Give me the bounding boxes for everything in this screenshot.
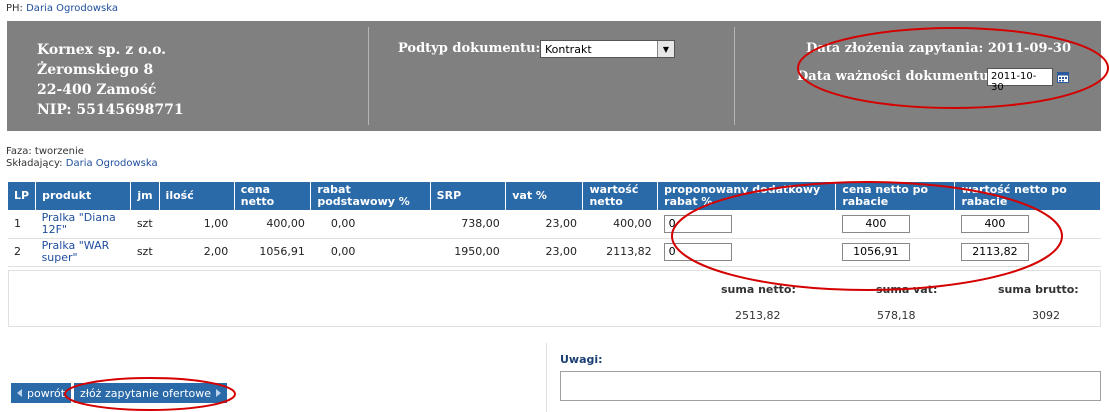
- row-net-value: 400,00: [582, 210, 658, 239]
- sales-rep: PH: Daria Ogrodowska: [6, 3, 118, 14]
- col-header: wartość netto po rabacie: [954, 182, 1101, 210]
- row-vat: 23,00: [505, 210, 583, 239]
- chevron-down-icon[interactable]: ▼: [657, 41, 674, 57]
- arrow-left-icon: [17, 389, 22, 397]
- row-net-price: 1056,91: [234, 238, 311, 267]
- validity-date-label: Data ważności dokumentu:: [797, 69, 994, 84]
- subtype-select[interactable]: Kontrakt ▼: [540, 40, 675, 58]
- discounted-price-input[interactable]: 400: [841, 214, 910, 233]
- company-city: 22-400 Zamość: [37, 82, 157, 98]
- col-header: ilość: [159, 182, 235, 210]
- row-srp: 738,00: [430, 210, 506, 239]
- calendar-icon[interactable]: [1057, 71, 1069, 83]
- row-vat: 23,00: [505, 238, 583, 267]
- col-header: SRP: [430, 182, 507, 210]
- row-net-value: 2113,82: [582, 238, 658, 267]
- row-unit: szt: [130, 210, 160, 239]
- document-info: Faza: tworzenie Składający: Daria Ogrodo…: [6, 146, 158, 170]
- company-name: Kornex sp. z o.o.: [37, 42, 167, 58]
- row-quantity: 2,00: [159, 238, 235, 267]
- submit-button-label: złóż zapytanie ofertowe: [80, 386, 211, 400]
- col-header: cena netto: [234, 182, 312, 210]
- footer-divider: [546, 343, 547, 412]
- row-product: Pralka "WAR super": [35, 238, 131, 267]
- col-header: LP: [8, 182, 37, 210]
- discounted-price-input[interactable]: 1056,91: [841, 243, 910, 261]
- header-divider: [734, 27, 735, 125]
- row-discounted-price-cell: 1056,91: [835, 238, 955, 267]
- discounted-value-input[interactable]: 2113,82: [960, 243, 1029, 261]
- company-street: Żeromskiego 8: [37, 62, 154, 78]
- col-header: produkt: [35, 182, 132, 210]
- company-nip: NIP: 55145698771: [37, 102, 184, 118]
- col-header: vat %: [505, 182, 584, 210]
- back-button[interactable]: powrót: [11, 383, 72, 403]
- sum-gross-value: 3092: [1032, 309, 1060, 322]
- submit-request-button[interactable]: złóż zapytanie ofertowe: [74, 383, 227, 403]
- back-button-label: powrót: [27, 386, 66, 400]
- row-discounted-price-cell: 400: [835, 210, 955, 239]
- sales-rep-name[interactable]: Daria Ogrodowska: [26, 3, 118, 14]
- remarks-textarea[interactable]: [560, 371, 1101, 401]
- extra-discount-input[interactable]: 0: [663, 214, 732, 233]
- phase-value: tworzenie: [34, 146, 84, 157]
- table-row: 1 Pralka "Diana 12F" szt 1,00 400,00 0,0…: [8, 210, 1101, 239]
- products-table: LP produkt jm ilość cena netto rabat pod…: [8, 182, 1101, 267]
- extra-discount-input[interactable]: 0: [663, 243, 732, 261]
- sum-net-value: 2513,82: [735, 309, 781, 322]
- subtype-select-value: Kontrakt: [545, 43, 592, 56]
- document-header: Kornex sp. z o.o. Żeromskiego 8 22-400 Z…: [7, 21, 1101, 131]
- discounted-value-input[interactable]: 400: [960, 214, 1029, 233]
- row-quantity: 1,00: [159, 210, 235, 239]
- validity-date-input[interactable]: 2011-10-30: [987, 68, 1053, 93]
- phase-label: Faza:: [6, 146, 32, 157]
- row-extra-discount-cell: 0: [657, 210, 836, 239]
- row-discounted-value-cell: 2113,82: [954, 238, 1101, 267]
- col-header: cena netto po rabacie: [835, 182, 956, 210]
- product-link[interactable]: Pralka "Diana 12F": [42, 211, 116, 236]
- col-header: proponowany dodatkowy rabat %: [657, 182, 837, 210]
- request-date-value: 2011-09-30: [987, 41, 1071, 56]
- sum-net-label: suma netto:: [721, 283, 796, 296]
- submitter-label: Składający:: [6, 158, 63, 169]
- sum-gross-label: suma brutto:: [998, 283, 1079, 296]
- request-date: Data złożenia zapytania: 2011-09-30: [806, 41, 1071, 56]
- table-header-row: LP produkt jm ilość cena netto rabat pod…: [8, 182, 1101, 210]
- sales-rep-label: PH:: [6, 3, 23, 14]
- company-info: Kornex sp. z o.o. Żeromskiego 8 22-400 Z…: [37, 40, 184, 120]
- row-extra-discount-cell: 0: [657, 238, 836, 267]
- row-base-discount: 0,00: [310, 238, 431, 267]
- sum-vat-label: suma vat:: [876, 283, 938, 296]
- submitter-value[interactable]: Daria Ogrodowska: [66, 158, 158, 169]
- col-header: wartość netto: [582, 182, 659, 210]
- col-header: jm: [130, 182, 160, 210]
- product-link[interactable]: Pralka "WAR super": [42, 239, 110, 264]
- row-srp: 1950,00: [430, 238, 506, 267]
- row-base-discount: 0,00: [310, 210, 431, 239]
- row-lp: 1: [8, 210, 36, 239]
- request-date-label: Data złożenia zapytania:: [806, 41, 984, 56]
- action-buttons: powrót złóż zapytanie ofertowe: [11, 383, 227, 403]
- sum-vat-value: 578,18: [877, 309, 916, 322]
- col-header: rabat podstawowy %: [310, 182, 431, 210]
- remarks-label: Uwagi:: [560, 353, 603, 366]
- header-divider: [368, 27, 369, 125]
- row-lp: 2: [8, 238, 36, 267]
- row-discounted-value-cell: 400: [954, 210, 1101, 239]
- arrow-right-icon: [216, 389, 221, 397]
- table-row: 2 Pralka "WAR super" szt 2,00 1056,91 0,…: [8, 238, 1101, 267]
- row-net-price: 400,00: [234, 210, 311, 239]
- row-product: Pralka "Diana 12F": [35, 210, 131, 239]
- subtype-label: Podtyp dokumentu:: [398, 41, 541, 56]
- row-unit: szt: [130, 238, 160, 267]
- totals-panel: suma netto: suma vat: suma brutto: 2513,…: [8, 270, 1101, 327]
